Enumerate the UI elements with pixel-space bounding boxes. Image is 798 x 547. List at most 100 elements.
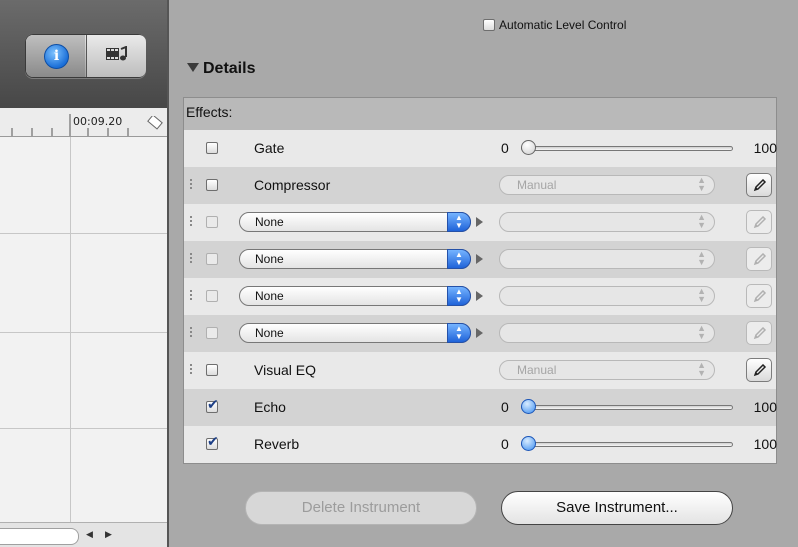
effect-amount-slider[interactable]: 0 100 — [499, 399, 777, 415]
effect-label: Gate — [254, 140, 285, 156]
popup-stepper-icon: ▲ ▼ — [447, 249, 471, 269]
effect-enable-checkbox[interactable] — [206, 253, 218, 265]
slider-track[interactable] — [521, 405, 733, 410]
drag-handle[interactable] — [190, 364, 192, 376]
details-title: Details — [203, 60, 256, 77]
effect-preset-popup[interactable]: Manual ▲ ▼ — [499, 360, 715, 380]
grid-line — [0, 428, 167, 429]
timeline-ruler[interactable]: 00:09.20 — [0, 108, 167, 137]
pencil-icon — [753, 327, 767, 340]
effect-preset-popup[interactable]: Manual ▲ ▼ — [499, 175, 715, 195]
edit-effect-button[interactable] — [746, 321, 772, 345]
effect-preset-popup[interactable]: ▲ ▼ — [499, 212, 715, 232]
timeline-pane: i 00:09.20 ◀ ▶ — [0, 0, 167, 547]
effect-row: None ▲ ▼ ▲ ▼ — [184, 278, 776, 315]
effect-slot-popup[interactable]: None ▲ ▼ — [239, 323, 471, 343]
popup-stepper-icon: ▲ ▼ — [447, 286, 471, 306]
popup-stepper-icon: ▲ ▼ — [697, 212, 706, 230]
drag-handle[interactable] — [190, 327, 192, 339]
scroll-left-button[interactable]: ◀ — [83, 528, 96, 543]
ruler-grid-icon[interactable] — [146, 116, 164, 130]
effect-row: Reverb 0 100 — [184, 426, 777, 463]
edit-effect-button[interactable] — [746, 173, 772, 197]
drag-handle[interactable] — [190, 216, 192, 228]
slider-knob[interactable] — [521, 436, 536, 451]
effect-row: None ▲ ▼ ▲ ▼ — [184, 204, 776, 241]
slider-min-label: 0 — [501, 399, 509, 415]
effect-preset-popup[interactable]: ▲ ▼ — [499, 249, 715, 269]
popup-stepper-icon: ▲ ▼ — [697, 286, 706, 304]
slider-knob[interactable] — [521, 140, 536, 155]
slot-value: None — [255, 215, 284, 229]
drag-handle[interactable] — [190, 290, 192, 302]
preset-value: Manual — [517, 178, 557, 192]
effect-label: Compressor — [254, 177, 331, 193]
horizontal-scroll-thumb[interactable] — [0, 528, 79, 545]
slider-min-label: 0 — [501, 140, 509, 156]
effect-enable-checkbox[interactable] — [206, 397, 219, 413]
delete-instrument-button[interactable]: Delete Instrument — [245, 491, 477, 525]
pencil-icon — [753, 253, 767, 266]
effect-label: Echo — [254, 399, 286, 415]
info-icon: i — [44, 44, 69, 69]
automatic-level-control-label: Automatic Level Control — [499, 18, 627, 32]
effect-enable-checkbox[interactable] — [206, 179, 218, 191]
slot-value: None — [255, 326, 284, 340]
automatic-level-control-option[interactable]: Automatic Level Control — [483, 17, 626, 32]
slider-track[interactable] — [521, 146, 733, 151]
effect-slot-popup[interactable]: None ▲ ▼ — [239, 212, 471, 232]
timeline-scrollbar: ◀ ▶ — [0, 522, 167, 547]
effect-amount-slider[interactable]: 0 100 — [499, 140, 777, 156]
effect-row: None ▲ ▼ ▲ ▼ — [184, 315, 776, 352]
drag-handle[interactable] — [190, 253, 192, 265]
effect-preset-popup[interactable]: ▲ ▼ — [499, 286, 715, 306]
scroll-right-button[interactable]: ▶ — [102, 528, 115, 543]
effect-enable-checkbox[interactable] — [206, 290, 218, 302]
popup-stepper-icon: ▲ ▼ — [447, 212, 471, 232]
media-browser-button[interactable] — [86, 35, 146, 77]
effect-label: Visual EQ — [254, 362, 316, 378]
edit-effect-button[interactable] — [746, 284, 772, 308]
timeline-grid[interactable] — [0, 137, 167, 522]
edit-effect-button[interactable] — [746, 210, 772, 234]
preset-value: Manual — [517, 363, 557, 377]
drag-handle[interactable] — [190, 179, 192, 191]
view-segmented-control: i — [25, 34, 146, 78]
effect-amount-slider[interactable]: 0 100 — [499, 436, 777, 452]
ruler-timecode: 00:09.20 — [73, 115, 123, 128]
effect-enable-checkbox[interactable] — [206, 434, 219, 450]
popup-stepper-icon: ▲ ▼ — [697, 175, 706, 193]
effect-enable-checkbox[interactable] — [206, 142, 218, 154]
effect-preset-popup[interactable]: ▲ ▼ — [499, 323, 715, 343]
effect-slot-popup[interactable]: None ▲ ▼ — [239, 286, 471, 306]
edit-effect-button[interactable] — [746, 358, 772, 382]
effects-label: Effects: — [186, 104, 233, 120]
save-instrument-button[interactable]: Save Instrument... — [501, 491, 733, 525]
slider-track[interactable] — [521, 442, 733, 447]
track-info-button[interactable]: i — [26, 35, 85, 77]
slider-max-label: 100 — [753, 399, 777, 415]
slider-knob[interactable] — [521, 399, 536, 414]
pane-divider[interactable] — [167, 0, 169, 547]
grid-line — [0, 233, 167, 234]
media-browser-icon — [106, 46, 127, 61]
popup-stepper-icon: ▲ ▼ — [697, 360, 706, 378]
automatic-level-control-checkbox[interactable] — [483, 19, 495, 31]
effect-slot-popup[interactable]: None ▲ ▼ — [239, 249, 471, 269]
disclosure-arrow-icon — [476, 328, 483, 338]
pencil-icon — [753, 290, 767, 303]
grid-line — [0, 332, 167, 333]
effect-enable-checkbox[interactable] — [206, 364, 218, 376]
effect-row: Gate 0 100 — [184, 130, 777, 167]
effect-enable-checkbox[interactable] — [206, 216, 218, 228]
edit-effect-button[interactable] — [746, 247, 772, 271]
grid-line — [70, 137, 71, 522]
disclosure-triangle-icon — [187, 63, 199, 72]
popup-stepper-icon: ▲ ▼ — [697, 249, 706, 267]
effect-row: Echo 0 100 — [184, 389, 777, 426]
disclosure-arrow-icon — [476, 217, 483, 227]
effect-enable-checkbox[interactable] — [206, 327, 218, 339]
details-disclosure[interactable]: Details — [187, 60, 255, 78]
effect-row: Compressor Manual ▲ ▼ — [184, 167, 776, 204]
effect-row: None ▲ ▼ ▲ ▼ — [184, 241, 776, 278]
